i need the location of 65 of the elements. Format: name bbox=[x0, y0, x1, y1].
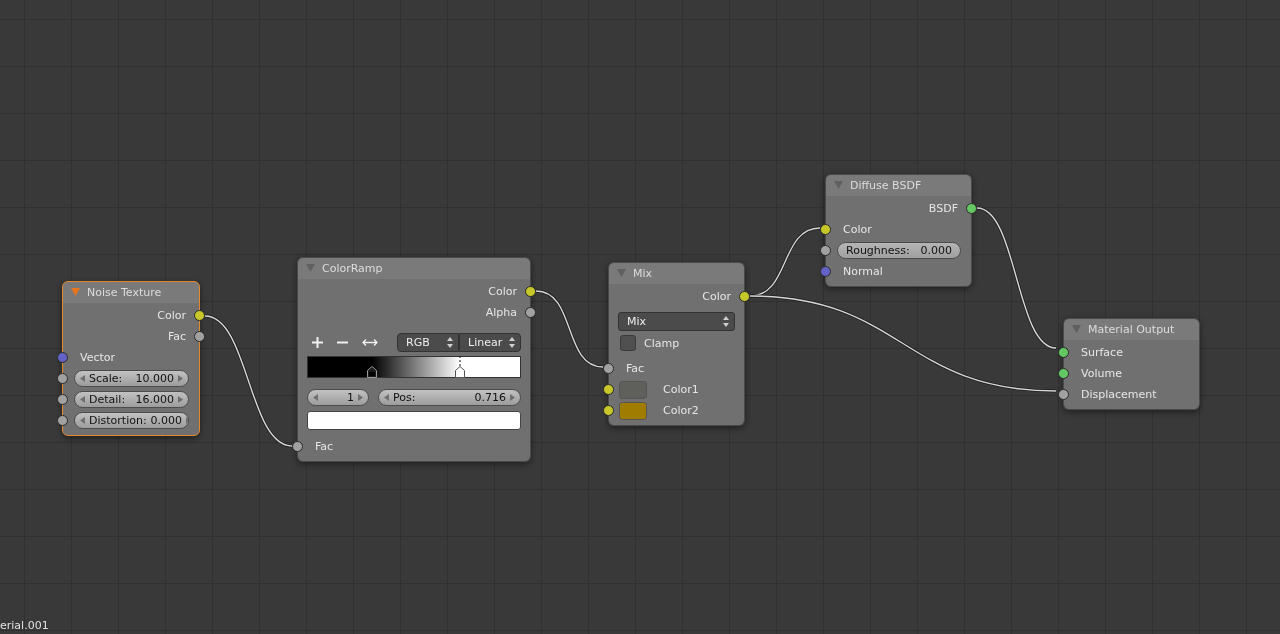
arrow-left-icon[interactable] bbox=[80, 396, 85, 403]
socket[interactable] bbox=[1058, 347, 1069, 358]
arrow-right-icon[interactable] bbox=[510, 393, 515, 401]
arrow-left-icon[interactable] bbox=[384, 393, 389, 401]
up-down-arrows-icon bbox=[509, 336, 515, 348]
checkbox[interactable] bbox=[620, 335, 636, 351]
arrow-right-icon[interactable] bbox=[178, 375, 183, 382]
number-field[interactable]: Detail: 16.000 bbox=[74, 391, 189, 408]
arrow-right-icon[interactable] bbox=[358, 393, 363, 401]
node-title: Diffuse BSDF bbox=[850, 178, 922, 192]
socket-label: Volume bbox=[1081, 367, 1122, 380]
socket-label: Displacement bbox=[1081, 388, 1157, 401]
socket[interactable] bbox=[57, 373, 68, 384]
add-icon[interactable] bbox=[312, 336, 323, 348]
socket[interactable] bbox=[194, 331, 205, 342]
socket-label: Alpha bbox=[485, 306, 517, 319]
blend-mode-dropdown[interactable]: Mix bbox=[618, 312, 735, 331]
color-swatch[interactable] bbox=[307, 411, 521, 430]
checkbox-label: Clamp bbox=[644, 336, 680, 350]
socket[interactable] bbox=[603, 363, 614, 374]
number-field[interactable]: Distortion: 0.000 bbox=[74, 412, 189, 429]
node-panel[interactable] bbox=[1063, 318, 1200, 410]
arrow-right-icon[interactable] bbox=[178, 396, 183, 403]
socket[interactable] bbox=[525, 286, 536, 297]
node-title: Mix bbox=[633, 266, 653, 280]
socket-label: Color bbox=[488, 285, 517, 298]
socket-label: Color bbox=[702, 290, 731, 303]
arrow-left-icon[interactable] bbox=[80, 375, 85, 382]
socket[interactable] bbox=[603, 384, 614, 395]
socket-label: Fac bbox=[315, 440, 334, 453]
socket[interactable] bbox=[57, 415, 68, 426]
node-title: Noise Texture bbox=[87, 285, 162, 299]
socket-label: Vector bbox=[80, 351, 116, 364]
socket[interactable] bbox=[820, 245, 831, 256]
socket[interactable] bbox=[57, 394, 68, 405]
socket-label: BSDF bbox=[928, 202, 958, 215]
socket-label: Color bbox=[843, 223, 872, 236]
socket-label: Color2 bbox=[663, 404, 699, 417]
socket[interactable] bbox=[194, 310, 205, 321]
socket[interactable] bbox=[603, 405, 614, 416]
socket[interactable] bbox=[1058, 389, 1069, 400]
up-down-arrows-icon bbox=[447, 336, 453, 348]
socket[interactable] bbox=[1058, 368, 1069, 379]
number-field[interactable]: Scale: 10.000 bbox=[74, 370, 189, 387]
ramp-stop-handle[interactable] bbox=[454, 356, 465, 378]
socket[interactable] bbox=[820, 224, 831, 235]
socket-label: Surface bbox=[1081, 346, 1123, 359]
socket-label: Color bbox=[157, 309, 186, 322]
socket[interactable] bbox=[966, 203, 977, 214]
slider-field[interactable]: Roughness: 0.000 bbox=[837, 242, 961, 259]
socket-label: Normal bbox=[843, 265, 883, 278]
flip-arrows-icon[interactable] bbox=[362, 337, 378, 347]
color-ramp[interactable] bbox=[307, 356, 521, 378]
node-title: Material Output bbox=[1088, 322, 1175, 336]
up-down-arrows-icon bbox=[723, 316, 729, 327]
socket-label: Color1 bbox=[663, 383, 699, 396]
arrow-left-icon[interactable] bbox=[313, 393, 318, 401]
socket[interactable] bbox=[739, 291, 750, 302]
node-title: ColorRamp bbox=[322, 261, 383, 275]
socket-label: Fac bbox=[626, 362, 645, 375]
socket-label: Fac bbox=[167, 330, 186, 343]
material-name: erial.001 bbox=[0, 619, 49, 632]
arrow-left-icon[interactable] bbox=[80, 417, 85, 424]
socket[interactable] bbox=[525, 307, 536, 318]
socket[interactable] bbox=[292, 441, 303, 452]
